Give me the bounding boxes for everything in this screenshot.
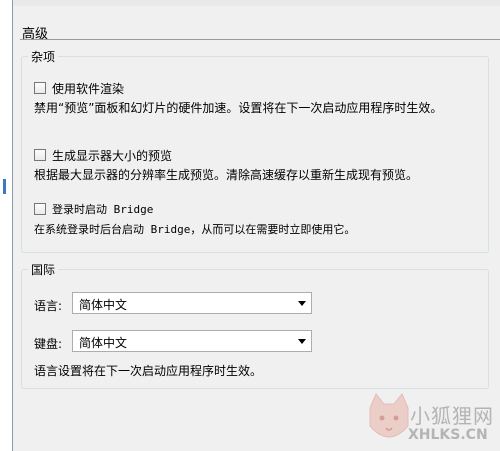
preferences-advanced-panel: 高级 杂项 使用软件渲染 禁用“预览”面板和幻灯片的硬件加速。设置将在下一次启动… — [0, 0, 500, 451]
checkbox-label: 登录时启动 Bridge — [52, 203, 154, 216]
checkbox-box[interactable] — [34, 149, 46, 161]
chevron-down-icon[interactable] — [298, 339, 306, 344]
checkbox-label: 生成显示器大小的预览 — [52, 148, 173, 163]
language-restart-note: 语言设置将在下一次启动应用程序时生效。 — [34, 364, 263, 378]
checkbox-box[interactable] — [34, 203, 46, 215]
checkbox-box[interactable] — [34, 82, 46, 94]
language-select-value: 简体中文 — [79, 298, 128, 312]
monitor-size-preview-description: 根据最大显示器的分辨率生成预览。清除高速缓存以重新生成现有预览。 — [34, 168, 419, 182]
language-label: 语言: — [34, 299, 63, 313]
launch-bridge-at-login-checkbox[interactable]: 登录时启动 Bridge — [34, 201, 153, 217]
keyboard-select-value: 简体中文 — [79, 336, 128, 350]
chevron-down-icon[interactable] — [298, 301, 306, 306]
selected-category-marker — [3, 179, 6, 194]
software-rendering-checkbox[interactable]: 使用软件渲染 — [34, 80, 124, 96]
keyboard-label: 键盘: — [34, 337, 63, 351]
title-divider — [20, 39, 500, 40]
watermark-title: 小狐狸网 — [410, 404, 494, 428]
category-list-edge[interactable] — [0, 0, 13, 451]
international-group-legend: 国际 — [28, 261, 59, 278]
language-select[interactable]: 简体中文 — [72, 292, 312, 314]
checkbox-label: 使用软件渲染 — [52, 81, 125, 96]
software-rendering-description: 禁用“预览”面板和幻灯片的硬件加速。设置将在下一次启动应用程序时生效。 — [34, 101, 443, 115]
keyboard-select[interactable]: 简体中文 — [72, 330, 312, 352]
misc-group-legend: 杂项 — [28, 48, 59, 65]
monitor-size-preview-checkbox[interactable]: 生成显示器大小的预览 — [34, 147, 172, 163]
watermark-domain: XHLKS.CN — [408, 427, 488, 443]
top-strip — [0, 0, 500, 6]
launch-bridge-at-login-description: 在系统登录时后台启动 Bridge，从而可以在需要时立即使用它。 — [34, 223, 356, 236]
